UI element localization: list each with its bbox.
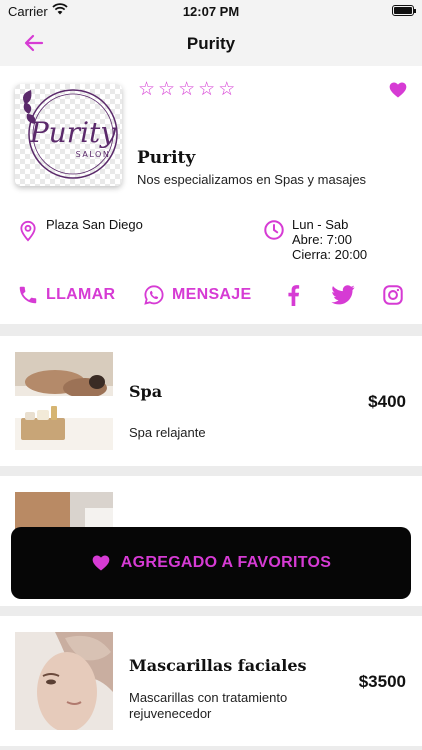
facebook-icon xyxy=(288,285,300,306)
logo-subtext: SALON xyxy=(76,150,111,159)
star-icon[interactable]: ☆ xyxy=(138,80,155,100)
star-icon[interactable]: ☆ xyxy=(198,80,215,100)
clock-icon xyxy=(263,219,285,241)
instagram-button[interactable] xyxy=(382,284,404,306)
call-button[interactable]: LLAMAR xyxy=(17,284,115,306)
heart-icon xyxy=(92,555,110,571)
whatsapp-message-button[interactable]: MENSAJE xyxy=(143,284,251,306)
battery-icon xyxy=(392,5,416,16)
service-card[interactable]: Mascarillas faciales $3500 Mascarillas c… xyxy=(0,616,422,746)
favorite-added-toast: AGREGADO A FAVORITOS xyxy=(11,527,411,599)
service-price: $3500 xyxy=(358,672,406,691)
service-card[interactable]: Spa $400 Spa relajante xyxy=(0,336,422,466)
call-label: LLAMAR xyxy=(46,286,116,303)
service-name: Spa xyxy=(129,382,163,401)
nav-bar: Purity xyxy=(0,22,422,66)
location-pin-icon xyxy=(18,220,38,242)
rating-stars[interactable]: ☆ ☆ ☆ ☆ ☆ xyxy=(138,80,235,100)
hours-open: Abre: 7:00 xyxy=(292,232,352,247)
message-label: MENSAJE xyxy=(172,286,252,303)
twitter-button[interactable] xyxy=(331,284,355,306)
page-title: Purity xyxy=(186,34,236,53)
hours-days: Lun - Sab xyxy=(292,217,349,232)
twitter-icon xyxy=(331,285,355,305)
service-name: Mascarillas faciales xyxy=(129,656,307,675)
whatsapp-icon xyxy=(144,285,164,305)
status-bar: Carrier 12:07 PM xyxy=(0,0,422,22)
service-price: $400 xyxy=(368,392,406,411)
business-name: Purity xyxy=(137,148,196,168)
business-location: Plaza San Diego xyxy=(46,217,143,232)
hours-close: Cierra: 20:00 xyxy=(292,247,368,262)
business-profile: Purity SALON ☆ ☆ ☆ ☆ ☆ Purity Nos especi… xyxy=(0,66,422,324)
business-hours: Lun - Sab Abre: 7:00 Cierra: 20:00 xyxy=(292,217,367,262)
instagram-icon xyxy=(383,285,403,305)
facebook-button[interactable] xyxy=(284,284,302,306)
service-description: Mascarillas con tratamiento rejuvenecedo… xyxy=(129,690,288,721)
favorite-heart-icon[interactable] xyxy=(388,80,408,100)
contact-actions: LLAMAR MENSAJE xyxy=(0,284,422,308)
star-icon[interactable]: ☆ xyxy=(178,80,195,100)
service-description: Spa relajante xyxy=(129,425,206,440)
logo-wordmark: Purity xyxy=(29,116,117,149)
toast-text: AGREGADO A FAVORITOS xyxy=(120,554,332,571)
business-logo: Purity SALON xyxy=(15,84,122,186)
business-description: Nos especializamos en Spas y masajes xyxy=(137,172,367,187)
service-image xyxy=(15,632,113,730)
clock-time: 12:07 PM xyxy=(182,4,240,19)
star-icon[interactable]: ☆ xyxy=(218,80,235,100)
star-icon[interactable]: ☆ xyxy=(158,80,175,100)
phone-icon xyxy=(19,286,37,304)
service-image xyxy=(15,352,113,450)
